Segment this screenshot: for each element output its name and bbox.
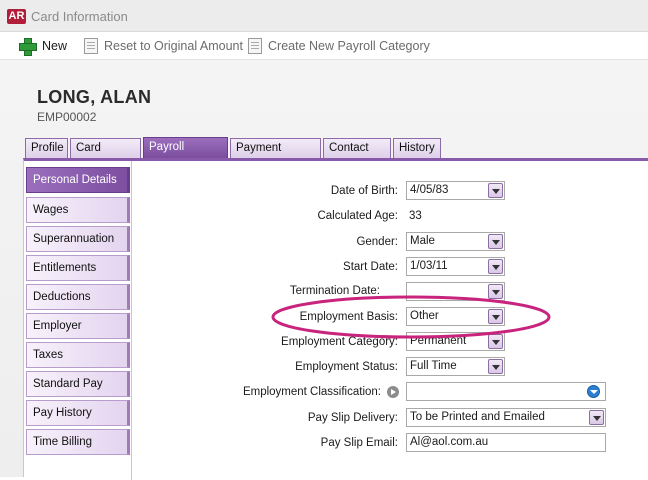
gender-value: Male: [410, 235, 435, 247]
employment-basis-value: Other: [410, 310, 439, 322]
sidebar-divider: [131, 161, 132, 480]
employment-status-label: Employment Status:: [295, 361, 398, 373]
chevron-down-icon[interactable]: [488, 234, 503, 249]
gender-label: Gender:: [356, 236, 398, 248]
employment-category-select[interactable]: Permanent: [406, 332, 505, 351]
employment-classification-field[interactable]: [406, 382, 606, 401]
pay-slip-email-field[interactable]: Al@aol.com.au: [406, 433, 606, 452]
start-date-value: 1/03/11: [410, 260, 448, 272]
chevron-down-icon[interactable]: [589, 410, 604, 425]
pay-slip-delivery-value: To be Printed and Emailed: [410, 411, 545, 423]
dropdown-circle-icon[interactable]: [587, 385, 600, 398]
reset-amount-label: Reset to Original Amount: [104, 39, 243, 53]
tab-card-details[interactable]: Card Details: [70, 138, 141, 173]
sidebar-item-wages[interactable]: Wages: [26, 197, 130, 223]
chevron-down-icon[interactable]: [488, 334, 503, 349]
tab-payroll-details[interactable]: Payroll Details: [143, 137, 228, 172]
sidebar-item-deductions[interactable]: Deductions: [26, 284, 130, 310]
start-date-label: Start Date:: [343, 261, 398, 273]
tab-history[interactable]: History: [393, 138, 441, 158]
sidebar-item-standard-pay[interactable]: Standard Pay: [26, 371, 130, 397]
sidebar-item-time-billing[interactable]: Time Billing: [26, 429, 130, 455]
tab-contact-log[interactable]: Contact Log: [323, 138, 391, 173]
arrow-right-icon[interactable]: [387, 386, 399, 398]
chevron-down-icon[interactable]: [488, 359, 503, 374]
start-date-field[interactable]: 1/03/11: [406, 257, 505, 276]
date-of-birth-value: 4/05/83: [410, 184, 449, 196]
tab-bar: Profile Card Details Payroll Details Pay…: [25, 137, 443, 173]
sidebar-item-entitlements[interactable]: Entitlements: [26, 255, 130, 281]
employment-status-select[interactable]: Full Time: [406, 357, 505, 376]
employee-name: LONG, ALAN: [37, 87, 152, 107]
termination-date-field[interactable]: [406, 282, 505, 301]
employment-basis-label: Employment Basis:: [299, 311, 398, 323]
sidebar-item-taxes[interactable]: Taxes: [26, 342, 130, 368]
title-bar: AR Card Information: [0, 0, 648, 32]
create-payroll-category-label: Create New Payroll Category: [268, 39, 430, 53]
chevron-down-icon[interactable]: [488, 259, 503, 274]
new-category-document-icon: [248, 38, 262, 54]
pay-slip-delivery-label: Pay Slip Delivery:: [307, 412, 398, 424]
new-button[interactable]: New: [18, 36, 67, 56]
employment-category-value: Permanent: [410, 335, 467, 347]
create-payroll-category-button[interactable]: Create New Payroll Category: [248, 36, 430, 56]
pay-slip-email-label: Pay Slip Email:: [320, 437, 398, 449]
reset-amount-button[interactable]: Reset to Original Amount: [84, 36, 243, 56]
pay-slip-delivery-select[interactable]: To be Printed and Emailed: [406, 408, 606, 427]
new-button-label: New: [42, 39, 68, 53]
sidebar-item-employer-expenses[interactable]: Employer Expenses: [26, 313, 130, 356]
employment-category-label: Employment Category:: [281, 336, 398, 348]
employment-basis-select[interactable]: Other: [406, 307, 505, 326]
reset-document-icon: [84, 38, 98, 54]
employment-classification-label: Employment Classification:: [242, 386, 381, 398]
termination-date-label: Termination Date:: [289, 285, 380, 297]
calculated-age-value: 33: [409, 210, 422, 222]
date-of-birth-label: Date of Birth:: [330, 185, 398, 197]
gender-select[interactable]: Male: [406, 232, 505, 251]
tab-profile[interactable]: Profile: [25, 138, 68, 158]
calculated-age-label: Calculated Age:: [317, 210, 398, 222]
toolbar: New Reset to Original Amount Create New …: [0, 32, 648, 60]
chevron-down-icon[interactable]: [488, 183, 503, 198]
sidebar-item-pay-history[interactable]: Pay History: [26, 400, 130, 426]
date-of-birth-field[interactable]: 4/05/83: [406, 181, 505, 200]
chevron-down-icon[interactable]: [488, 309, 503, 324]
sidebar-item-personal-details[interactable]: Personal Details: [26, 167, 130, 193]
employee-id: EMP00002: [37, 110, 97, 124]
pay-slip-email-value: Al@aol.com.au: [410, 436, 489, 448]
sidebar-item-superannuation[interactable]: Superannuation: [26, 226, 130, 252]
window-title: Card Information: [31, 9, 128, 24]
plus-icon: [18, 37, 37, 56]
tab-payment-details[interactable]: Payment Details: [230, 138, 321, 173]
chevron-down-icon[interactable]: [488, 284, 503, 299]
app-logo: AR: [7, 9, 26, 24]
employment-status-value: Full Time: [410, 360, 457, 372]
